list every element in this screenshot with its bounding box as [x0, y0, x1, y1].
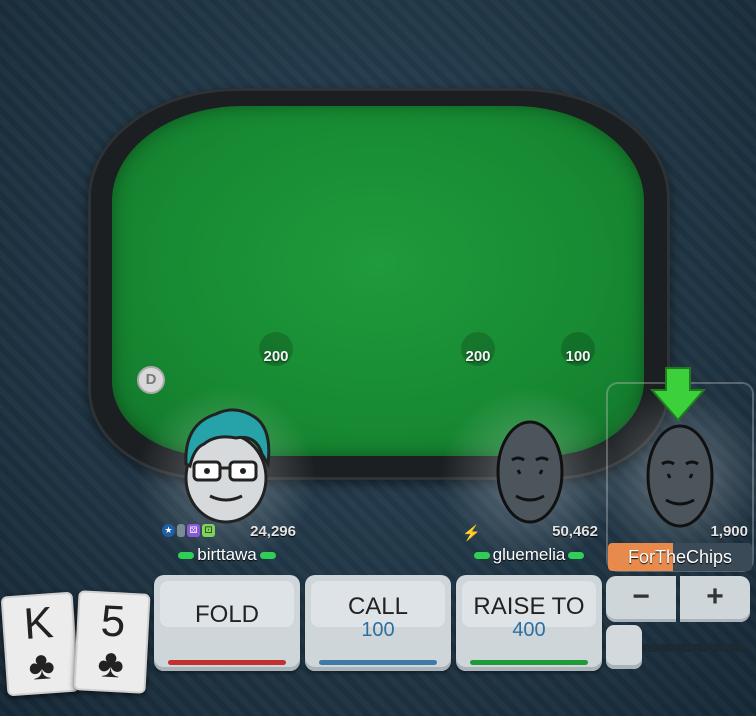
- fold-label: FOLD: [194, 601, 259, 628]
- hole-card: K ♣: [0, 591, 80, 697]
- bet-amount: 100: [565, 348, 591, 365]
- raise-indicator-bar: [470, 660, 588, 665]
- card-rank: K: [22, 598, 55, 650]
- dice-icon: ⚄: [187, 524, 200, 537]
- bet-amount: 200: [465, 348, 491, 365]
- hole-card: 5 ♣: [73, 590, 151, 694]
- club-icon: ♣: [96, 641, 126, 687]
- club-icon: ♣: [26, 643, 57, 689]
- fold-button[interactable]: FOLD: [154, 575, 300, 671]
- raise-amount: 400: [512, 619, 546, 641]
- increase-bet-button[interactable]: +: [680, 576, 750, 622]
- lightning-icon: ⚡: [462, 525, 481, 542]
- player-name: gluemelia: [452, 545, 606, 565]
- dealer-button: D: [137, 366, 165, 394]
- dice-icon: ⚀: [202, 524, 215, 537]
- badge-icon: [177, 524, 185, 537]
- player-stack: 24,296: [250, 523, 296, 540]
- decrease-bet-button[interactable]: −: [606, 576, 676, 622]
- bet-amount: 200: [263, 348, 289, 365]
- player-name: ForTheChips: [627, 547, 733, 567]
- fold-indicator-bar: [168, 660, 286, 665]
- down-arrow-icon: [650, 367, 706, 422]
- avatar: [496, 420, 564, 524]
- call-button[interactable]: CALL 100: [305, 575, 451, 671]
- avatar: [184, 408, 271, 524]
- call-amount: 100: [361, 619, 395, 641]
- avatar: [646, 424, 714, 528]
- player-stack: 50,462: [552, 523, 598, 540]
- call-indicator-bar: [319, 660, 437, 665]
- badge-icon: ★: [162, 524, 175, 537]
- bet-slider-track[interactable]: [640, 644, 746, 652]
- player-badges: ★ ⚄ ⚀: [162, 524, 215, 537]
- player-stack: 1,900: [710, 523, 748, 540]
- raise-label: RAISE TO: [473, 593, 585, 620]
- raise-button[interactable]: RAISE TO 400: [456, 575, 602, 671]
- bet-slider-handle[interactable]: [606, 625, 642, 669]
- card-rank: 5: [99, 596, 127, 647]
- player-name: birttawa: [150, 545, 304, 565]
- active-player-tag: ForTheChips: [608, 543, 752, 571]
- call-label: CALL: [347, 593, 409, 620]
